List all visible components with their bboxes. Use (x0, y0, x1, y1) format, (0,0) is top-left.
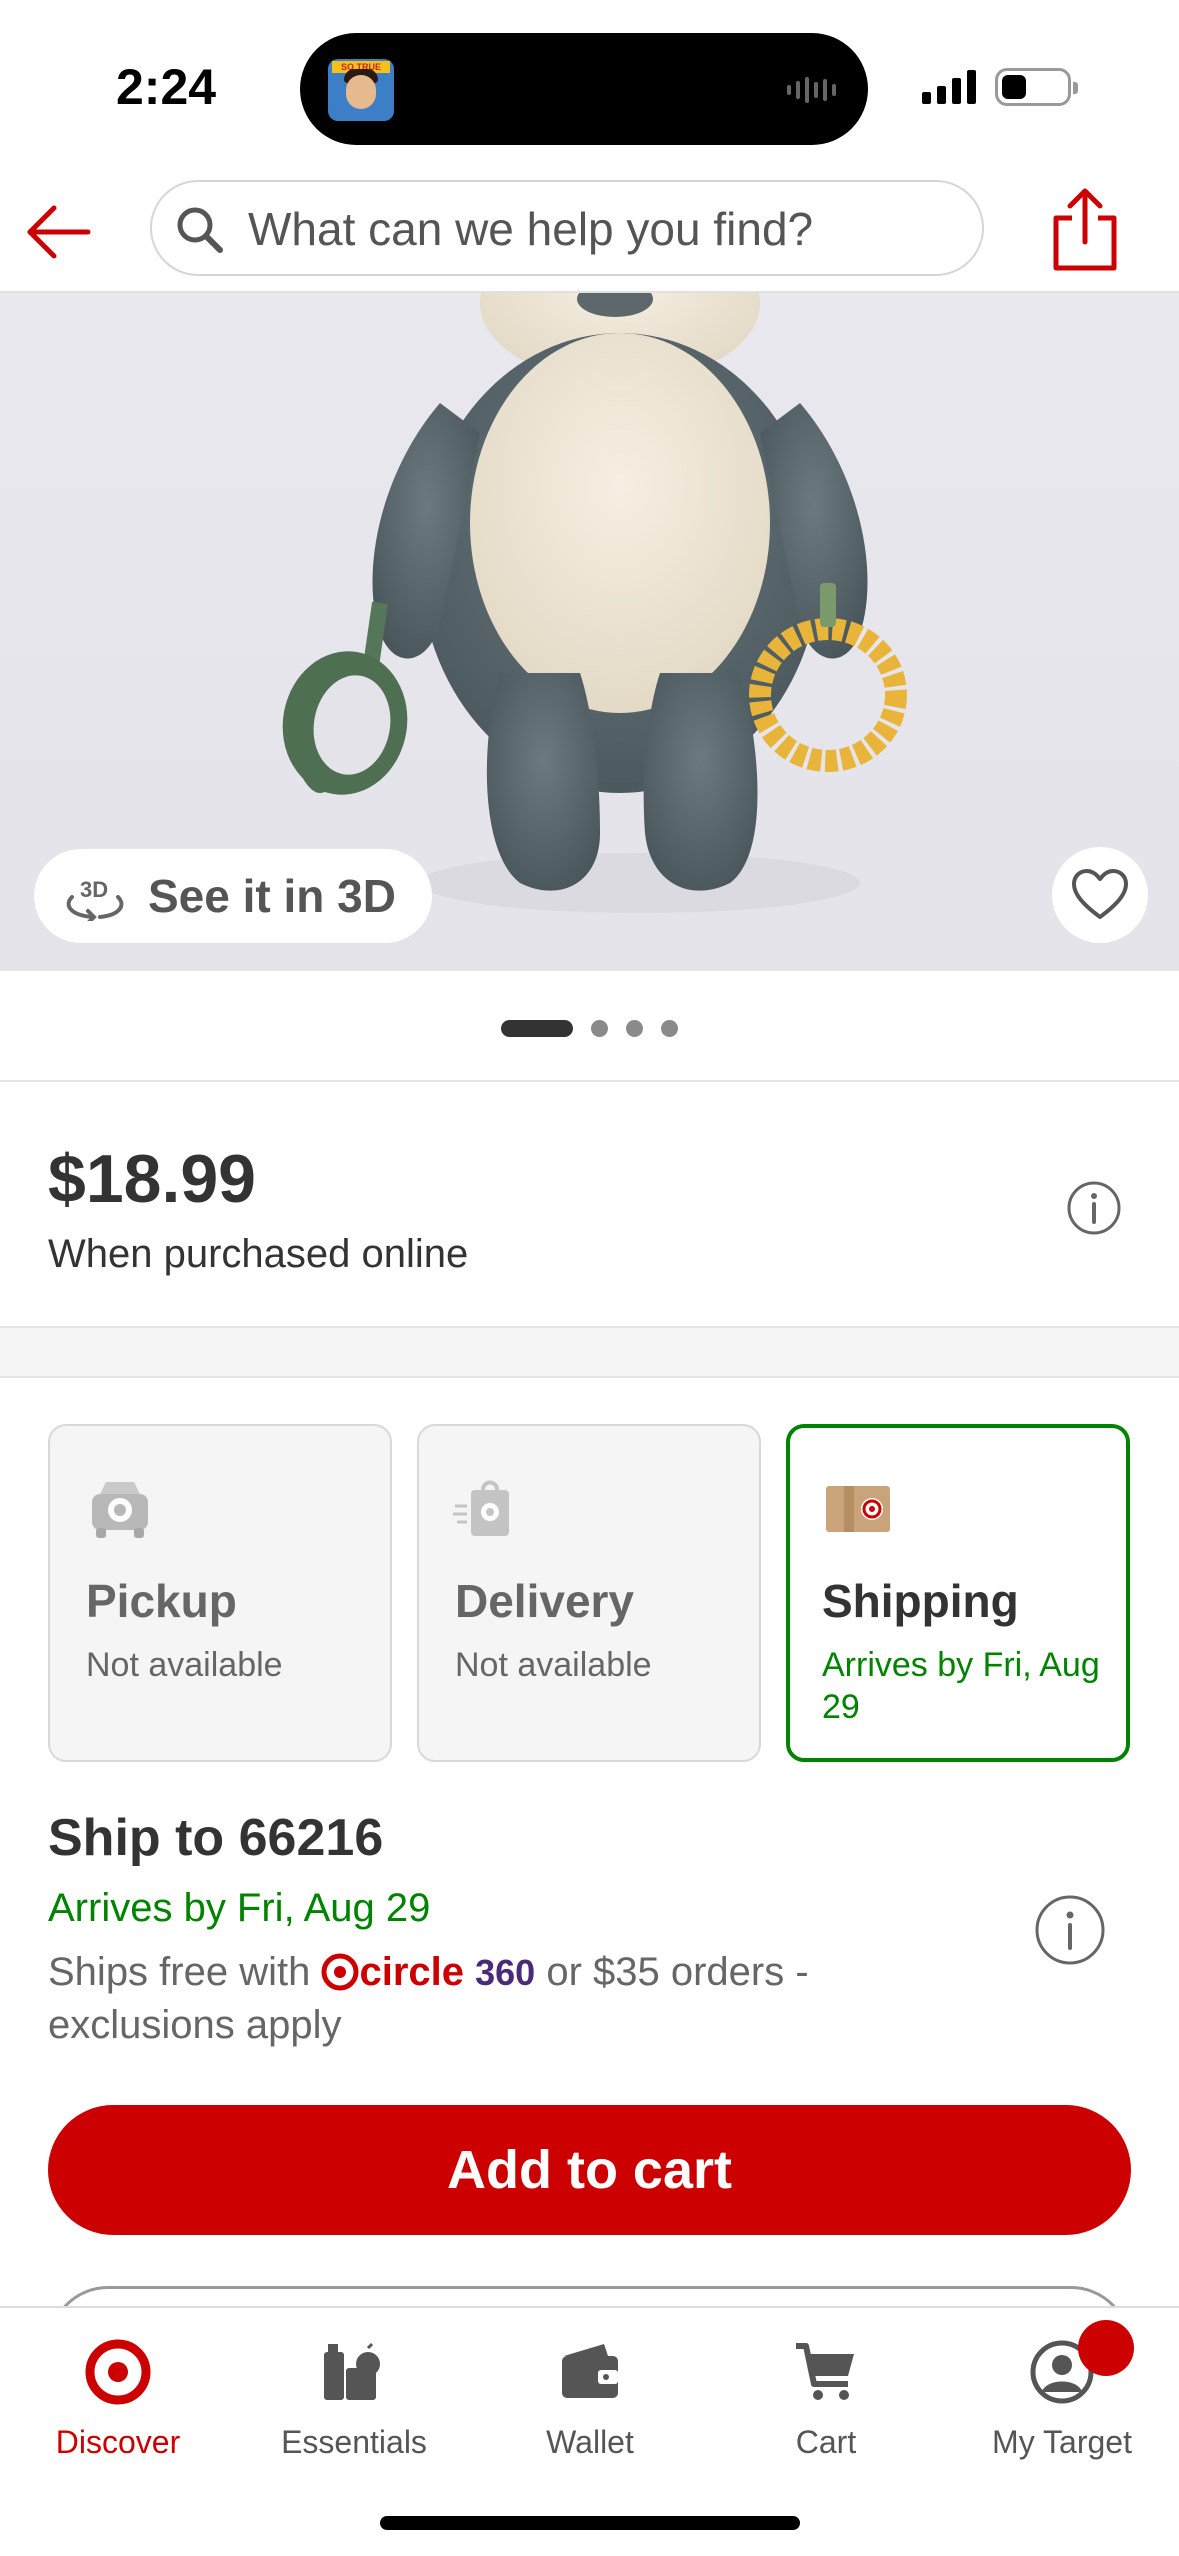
nav-item-cart[interactable]: Cart (708, 2308, 944, 2498)
nav-item-discover[interactable]: Discover (0, 2308, 236, 2498)
favorite-button[interactable] (1052, 847, 1148, 943)
wallet-icon (562, 2344, 618, 2398)
top-header (0, 170, 1179, 293)
carousel-dot-2[interactable] (591, 1019, 608, 1037)
audio-waveform-icon (787, 75, 836, 105)
see-in-3d-label: See it in 3D (148, 870, 396, 922)
home-indicator[interactable] (380, 2516, 800, 2530)
nav-item-essentials[interactable]: Essentials (236, 2308, 472, 2498)
essentials-icon (324, 2342, 380, 2400)
fulfillment-title: Pickup (86, 1575, 237, 1627)
fulfillment-status: Not available (86, 1646, 283, 1684)
pickup-car-icon (92, 1482, 148, 1538)
carousel-dot-1[interactable] (501, 1019, 573, 1037)
shipping-note: Ships free with circle 360 or $35 orders… (48, 1946, 948, 2051)
shipping-box-icon (826, 1486, 890, 1532)
svg-text:3D: 3D (80, 877, 108, 902)
3d-view-icon: 3D (66, 877, 124, 921)
ship-arrival-date: Arrives by Fri, Aug 29 (48, 1886, 431, 1930)
live-activity-avatar: SO TRUE (328, 59, 394, 121)
nav-label: Cart (795, 2424, 857, 2460)
fulfillment-title: Delivery (455, 1575, 635, 1627)
status-time: 2:24 (116, 59, 217, 115)
nav-label: Essentials (281, 2424, 427, 2460)
carousel-dot-3[interactable] (626, 1019, 643, 1037)
fulfillment-status: Arrives by Fri, Aug 29 (822, 1646, 1100, 1726)
fulfillment-status: Not available (455, 1646, 652, 1684)
share-button[interactable] (1050, 184, 1120, 274)
back-button[interactable] (22, 196, 94, 268)
price-subtitle: When purchased online (48, 1232, 469, 1276)
heart-icon (1072, 869, 1128, 919)
nav-label: Discover (55, 2424, 181, 2460)
price-info-icon[interactable] (1066, 1180, 1122, 1236)
fulfillment-title: Shipping (822, 1575, 1019, 1627)
cart-icon (796, 2343, 854, 2400)
product-price: $18.99 (48, 1141, 256, 1217)
dynamic-island[interactable]: SO TRUE (300, 33, 868, 145)
search-icon (177, 207, 223, 253)
see-in-3d-button[interactable]: 3D See it in 3D (34, 849, 432, 943)
nav-label: Wallet (546, 2424, 634, 2460)
notification-badge (1078, 2320, 1134, 2376)
nav-item-wallet[interactable]: Wallet (472, 2308, 708, 2498)
fulfillment-card-shipping[interactable]: Shipping Arrives by Fri, Aug 29 (786, 1424, 1130, 1762)
add-to-cart-button[interactable]: Add to cart (48, 2105, 1131, 2235)
divider (0, 1080, 1179, 1082)
nav-item-my-target[interactable]: My Target (944, 2308, 1179, 2498)
cellular-signal-icon (922, 70, 976, 104)
circle-360-text: 360 (475, 1952, 536, 1993)
nav-label: My Target (992, 2424, 1132, 2460)
section-divider (0, 1326, 1179, 1378)
fulfillment-card-pickup[interactable]: Pickup Not available (48, 1424, 392, 1762)
search-bar[interactable] (150, 180, 984, 276)
delivery-bag-icon (453, 1480, 509, 1536)
target-circle-logo-icon (321, 1953, 359, 1991)
search-input[interactable] (248, 194, 968, 264)
carousel-indicator[interactable] (0, 1016, 1179, 1040)
status-bar: 2:24 SO TRUE (0, 0, 1179, 170)
ship-to-heading[interactable]: Ship to 66216 (48, 1808, 383, 1868)
product-image-carousel[interactable]: 3D See it in 3D (0, 293, 1179, 971)
fulfillment-card-delivery[interactable]: Delivery Not available (417, 1424, 761, 1762)
share-icon (1053, 188, 1117, 271)
arrow-left-icon (27, 205, 91, 259)
shipping-info-icon[interactable] (1034, 1894, 1106, 1966)
target-bullseye-icon (85, 2339, 151, 2405)
carousel-dot-4[interactable] (661, 1019, 678, 1037)
shipping-note-prefix: Ships free with (48, 1950, 322, 1994)
battery-icon (995, 68, 1078, 106)
circle-brand-text: circle (359, 1950, 464, 1994)
